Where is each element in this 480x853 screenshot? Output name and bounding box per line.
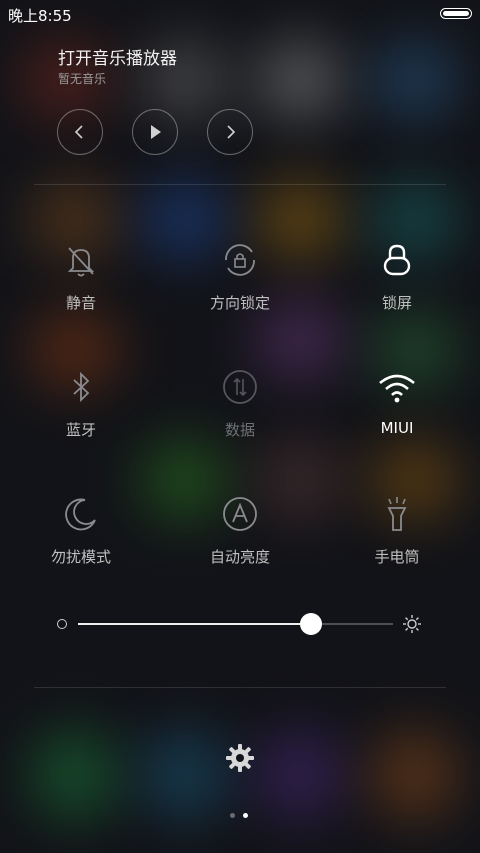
rotation-lock-icon xyxy=(225,244,255,276)
toggle-dnd[interactable]: 勿扰模式 xyxy=(11,494,151,567)
brightness-slider[interactable] xyxy=(78,613,393,635)
brightness-slider-fill xyxy=(78,623,312,625)
toggle-auto-brightness[interactable]: 自动亮度 xyxy=(170,494,310,567)
toggle-wifi[interactable]: MIUI xyxy=(327,367,467,437)
battery-icon xyxy=(440,8,472,19)
music-subtitle: 暂无音乐 xyxy=(58,72,107,86)
lock-icon xyxy=(383,244,411,276)
brightness-high-icon xyxy=(403,615,421,633)
toggle-flashlight[interactable]: 手电筒 xyxy=(327,494,467,567)
toggle-wifi-label: MIUI xyxy=(380,419,414,437)
mobile-data-icon xyxy=(223,370,257,404)
toggle-lock-screen-label: 锁屏 xyxy=(381,294,412,312)
page-dot xyxy=(230,813,235,818)
toggle-mobile-data-label: 数据 xyxy=(224,421,255,439)
bell-off-icon xyxy=(67,247,95,277)
toggle-lock-screen[interactable]: 锁屏 xyxy=(327,240,467,313)
music-title[interactable]: 打开音乐播放器 xyxy=(58,44,177,69)
toggle-auto-brightness-label: 自动亮度 xyxy=(209,548,270,566)
wifi-icon xyxy=(379,374,415,403)
divider-bottom xyxy=(34,687,446,688)
toggle-orientation-lock[interactable]: 方向锁定 xyxy=(170,240,310,313)
toggle-mute[interactable]: 静音 xyxy=(11,240,151,313)
moon-icon xyxy=(65,498,96,531)
toggle-flashlight-label: 手电筒 xyxy=(374,548,420,566)
music-prev-button[interactable] xyxy=(57,109,103,155)
music-next-button[interactable] xyxy=(207,109,253,155)
music-play-button[interactable] xyxy=(132,109,178,155)
toggle-mobile-data[interactable]: 数据 xyxy=(170,367,310,440)
chevron-left-icon xyxy=(74,125,83,139)
status-clock: 晚上8:55 xyxy=(8,7,72,25)
toggle-bluetooth-label: 蓝牙 xyxy=(65,421,96,439)
page-dot xyxy=(243,813,248,818)
status-bar: 晚上8:55 xyxy=(0,0,480,26)
divider-top xyxy=(34,184,446,185)
bluetooth-icon xyxy=(73,371,90,403)
toggle-mute-label: 静音 xyxy=(65,294,96,312)
page-indicator xyxy=(230,813,248,818)
auto-brightness-icon xyxy=(223,497,257,531)
toggle-dnd-label: 勿扰模式 xyxy=(50,548,111,566)
chevron-right-icon xyxy=(227,125,236,139)
flashlight-icon xyxy=(387,497,407,531)
toggle-bluetooth[interactable]: 蓝牙 xyxy=(11,367,151,440)
gear-icon[interactable] xyxy=(225,743,255,773)
brightness-slider-thumb[interactable] xyxy=(300,613,323,635)
play-icon xyxy=(151,125,161,139)
toggle-orientation-lock-label: 方向锁定 xyxy=(209,294,270,312)
brightness-low-icon xyxy=(57,619,67,629)
